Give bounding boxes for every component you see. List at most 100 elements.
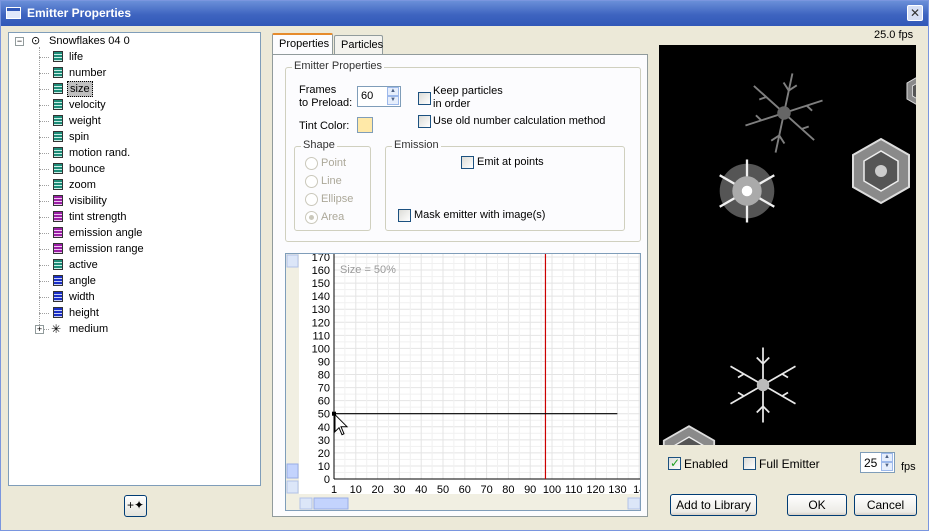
add-emitter-button[interactable]: +✦ (124, 495, 147, 517)
mask-emitter-label: Mask emitter with image(s) (414, 209, 546, 221)
y-tick-label: 110 (312, 330, 330, 342)
curve-graph[interactable]: 170 160 150 140 130 120 110 100 90 80 70 60 50 40 30 20… (285, 253, 641, 511)
full-emitter-label: Full Emitter (759, 457, 820, 471)
collapse-icon[interactable]: − (15, 37, 24, 46)
title-bar[interactable]: Emitter Properties ✕ (1, 1, 928, 26)
x-tick-label: 30 (393, 484, 405, 496)
x-tick-label: 1 (331, 484, 337, 496)
scroll-thumb (286, 463, 299, 479)
scroll-up-button (286, 254, 299, 268)
y-tick-label: 130 (312, 304, 330, 316)
preload-label: to Preload: (299, 97, 353, 109)
tree-item-label: width (69, 291, 95, 303)
y-tick-label: 140 (312, 291, 330, 303)
emitter-properties-window: Emitter Properties ✕ − ⊙ Snowflakes 04 0… (0, 0, 929, 531)
tree-line (39, 233, 49, 234)
shape-point-radio[interactable] (305, 157, 318, 170)
tree-item-label: visibility (69, 195, 107, 207)
tree-line (39, 105, 49, 106)
properties-panel: Emitter Properties Frames to Preload: 60… (272, 54, 648, 517)
frames-label: Frames (299, 84, 337, 96)
fps-unit-label: fps (901, 461, 916, 473)
y-tick-label: 30 (318, 435, 330, 447)
tint-color-label: Tint Color: (299, 120, 350, 132)
tree-item-label: velocity (69, 99, 106, 111)
property-curve-icon (53, 131, 63, 142)
y-tick-label: 50 (318, 409, 330, 421)
frames-to-preload-stepper[interactable]: 60 ▲ ▼ (357, 86, 401, 107)
scroll-left-button (299, 497, 313, 510)
shape-line-label: Line (321, 175, 342, 187)
property-curve-icon (53, 51, 63, 62)
tree-line (39, 265, 49, 266)
property-curve-icon (53, 291, 63, 302)
tree-item-label: life (69, 51, 84, 63)
property-curve-icon (53, 243, 63, 254)
property-curve-icon (53, 115, 63, 126)
tree-line (39, 121, 49, 122)
shape-area-radio[interactable] (305, 211, 318, 224)
tree-item-label: size (67, 81, 93, 97)
expand-icon[interactable]: + (35, 325, 44, 334)
property-curve-icon (53, 163, 63, 174)
x-tick-label: 100 (543, 484, 561, 496)
x-tick-label: 90 (524, 484, 536, 496)
emitter-properties-group: Emitter Properties Frames to Preload: 60… (285, 60, 641, 242)
shape-point-label: Point (321, 157, 347, 169)
cancel-button[interactable]: Cancel (854, 494, 917, 516)
spin-down-icon[interactable]: ▼ (387, 96, 399, 105)
snowflake-sprite (729, 346, 797, 424)
tint-color-swatch[interactable] (357, 117, 373, 133)
x-tick-label: 10 (350, 484, 362, 496)
fps-stepper[interactable]: 25 ▲ ▼ (860, 452, 895, 473)
emit-at-points-checkbox[interactable] (461, 156, 474, 169)
keep-particles-checkbox[interactable] (418, 92, 431, 105)
ok-button[interactable]: OK (787, 494, 847, 516)
x-tick-label: 20 (371, 484, 383, 496)
curve-graph-canvas[interactable]: 1701601501401301201101009080706050403020… (286, 254, 641, 511)
tree-item-label: emission range (69, 243, 144, 255)
y-tick-label: 150 (312, 278, 330, 290)
add-particle-icon: +✦ (126, 498, 145, 512)
emission-title: Emission (392, 139, 441, 151)
snowflake-sprite (740, 65, 828, 161)
particle-preview[interactable] (659, 45, 916, 445)
shape-ellipse-radio[interactable] (305, 193, 318, 206)
fps-readout: 25.0 fps (874, 29, 914, 41)
snowflake-sprite (906, 74, 916, 108)
property-curve-icon (53, 67, 63, 78)
close-icon[interactable]: ✕ (907, 5, 923, 21)
property-curve-icon (53, 259, 63, 270)
x-tick-label: 120 (586, 484, 604, 496)
frames-value: 60 (361, 90, 374, 102)
tab-particles[interactable]: Particles (334, 35, 383, 55)
tab-properties[interactable]: Properties (272, 33, 333, 55)
add-to-library-button[interactable]: Add to Library (670, 494, 757, 516)
tree-line (39, 201, 49, 202)
shape-group: Shape Point Line Ellipse Area (294, 139, 371, 231)
keep-particles-label-2: in order (433, 98, 471, 110)
x-tick-label: 110 (565, 484, 583, 496)
shape-line-radio[interactable] (305, 175, 318, 188)
group-title: Emitter Properties (292, 60, 385, 72)
y-tick-label: 80 (318, 370, 330, 382)
window-title: Emitter Properties (27, 6, 132, 20)
spin-up-icon[interactable]: ▲ (881, 453, 893, 462)
tree-item-label: weight (69, 115, 101, 127)
keep-particles-label: Keep particles (433, 85, 503, 97)
curve-value-annotation: Size = 50% (340, 264, 396, 276)
old-number-calc-checkbox[interactable] (418, 115, 431, 128)
full-emitter-checkbox[interactable] (743, 457, 756, 470)
window-icon (6, 7, 21, 19)
emitter-tree[interactable]: − ⊙ Snowflakes 04 0 life number size veloci… (8, 32, 261, 486)
spin-up-icon[interactable]: ▲ (387, 87, 399, 96)
y-tick-label: 60 (318, 396, 330, 408)
scroll-down-button (286, 480, 299, 494)
tree-item-label: active (69, 259, 98, 271)
spin-down-icon[interactable]: ▼ (881, 462, 893, 471)
mask-emitter-checkbox[interactable] (398, 209, 411, 222)
tree-item-label: tint strength (69, 211, 127, 223)
snowflake-sprite (852, 138, 910, 204)
enabled-checkbox[interactable] (668, 456, 681, 470)
tree-item-label: spin (69, 131, 90, 143)
